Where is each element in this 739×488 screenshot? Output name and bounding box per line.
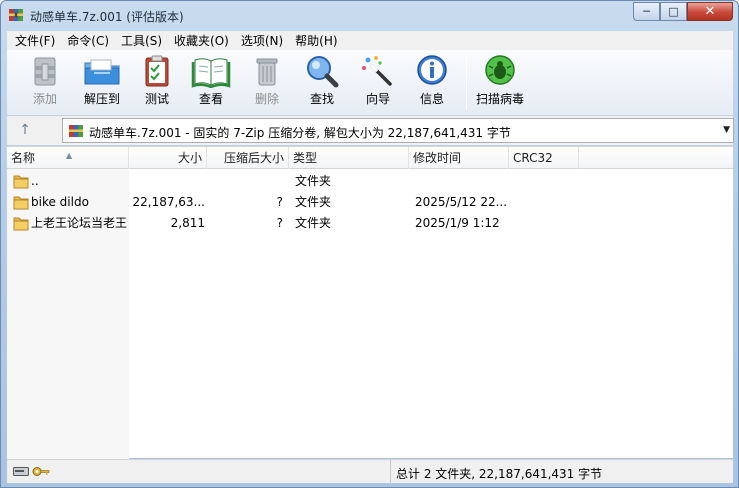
address-row: ↑ 动感单车.7z.001 - 固实的 7-Zip 压缩分卷, 解包大小为 22… — [7, 116, 734, 145]
address-text: 动感单车.7z.001 - 固实的 7-Zip 压缩分卷, 解包大小为 22,1… — [89, 126, 511, 140]
status-bar: 总计 2 文件夹, 22,187,641,431 字节 — [7, 459, 733, 484]
toolbar-separator — [466, 56, 467, 110]
extract-folder-icon — [84, 59, 120, 85]
row-type: 文件夹 — [295, 174, 332, 188]
row-name: .. — [31, 174, 39, 188]
status-summary: 总计 2 文件夹, 22,187,641,431 字节 — [396, 467, 603, 481]
row-size: 2,811 — [170, 216, 205, 230]
row-packed: ? — [276, 216, 283, 230]
table-row[interactable]: 上老王论坛当老王 2,811 ? 文件夹 2025/1/9 1:12 — [7, 213, 733, 234]
delete-trash-icon — [256, 58, 278, 86]
column-header-modified[interactable]: 修改时间 — [409, 147, 509, 169]
close-button[interactable]: ✕ — [687, 2, 733, 21]
file-list: 名称 ▲ 大小 压缩后大小 类型 修改时间 CRC32 .. 文件夹 bike … — [7, 146, 733, 459]
key-icon[interactable] — [32, 466, 50, 477]
window-title: 动感单车.7z.001 (评估版本) — [30, 10, 184, 24]
menu-tools[interactable]: 工具(S) — [115, 32, 168, 49]
title-bar[interactable]: 动感单车.7z.001 (评估版本) ─ □ ✕ — [1, 1, 738, 29]
row-size: 22,187,63... — [132, 195, 205, 209]
winrar-app-icon — [9, 9, 23, 21]
table-row-parent[interactable]: .. 文件夹 — [7, 171, 733, 192]
menu-options[interactable]: 选项(N) — [235, 32, 289, 49]
row-type: 文件夹 — [295, 195, 332, 209]
folder-icon — [13, 196, 29, 210]
archive-icon — [69, 125, 83, 137]
find-magnifier-icon — [307, 56, 339, 88]
view-book-icon — [191, 58, 231, 88]
column-header-crc[interactable]: CRC32 — [509, 147, 579, 169]
folder-icon — [13, 217, 29, 231]
view-button[interactable]: 查看 — [183, 54, 239, 112]
winrar-window: 动感单车.7z.001 (评估版本) ─ □ ✕ 文件(F) 命令(C) 工具(… — [0, 0, 739, 488]
info-label: 信息 — [419, 92, 444, 106]
test-button[interactable]: 测试 — [129, 54, 185, 112]
test-label: 测试 — [144, 92, 169, 106]
scan-virus-button[interactable]: 扫描病毒 — [469, 54, 531, 112]
maximize-button[interactable]: □ — [660, 2, 687, 21]
find-button[interactable]: 查找 — [294, 54, 350, 112]
add-label: 添加 — [32, 92, 57, 106]
minimize-button[interactable]: ─ — [633, 2, 660, 21]
column-header-packed[interactable]: 压缩后大小 — [207, 147, 289, 169]
add-archive-icon — [34, 57, 56, 86]
row-name: bike dildo — [31, 195, 89, 209]
up-arrow-icon[interactable]: ↑ — [17, 122, 33, 138]
menu-commands[interactable]: 命令(C) — [61, 32, 115, 49]
column-header-name[interactable]: 名称 ▲ — [7, 147, 129, 169]
table-row[interactable]: bike dildo 22,187,63... ? 文件夹 2025/5/12 … — [7, 192, 733, 213]
info-button[interactable]: 信息 — [404, 54, 460, 112]
column-name-label: 名称 — [11, 151, 36, 165]
scan-virus-label: 扫描病毒 — [475, 92, 524, 106]
row-type: 文件夹 — [295, 216, 332, 230]
test-clipboard-icon — [145, 55, 169, 87]
menu-bar: 文件(F) 命令(C) 工具(S) 收藏夹(O) 选项(N) 帮助(H) — [7, 31, 733, 50]
folder-icon — [13, 175, 29, 189]
row-modified: 2025/5/12 22... — [415, 195, 507, 209]
add-button[interactable]: 添加 — [17, 54, 73, 112]
toolbar: 添加 解压到 测试 查看 删除 查找 向导 信息 扫描病毒 — [7, 50, 733, 116]
row-name: 上老王论坛当老王 — [31, 216, 128, 230]
menu-help[interactable]: 帮助(H) — [289, 32, 343, 49]
wizard-label: 向导 — [365, 92, 390, 106]
column-header-size[interactable]: 大小 — [129, 147, 207, 169]
address-bar[interactable]: 动感单车.7z.001 - 固实的 7-Zip 压缩分卷, 解包大小为 22,1… — [62, 118, 734, 143]
info-icon — [417, 55, 447, 85]
menu-file[interactable]: 文件(F) — [9, 32, 61, 49]
extract-button[interactable]: 解压到 — [74, 54, 130, 112]
delete-label: 删除 — [254, 92, 279, 106]
column-header-type[interactable]: 类型 — [289, 147, 409, 169]
row-packed: ? — [276, 195, 283, 209]
wizard-button[interactable]: 向导 — [350, 54, 406, 112]
view-label: 查看 — [198, 92, 223, 106]
virus-scan-bug-icon — [485, 55, 515, 85]
dropdown-arrow-icon[interactable]: ▼ — [723, 125, 730, 135]
menu-favorites[interactable]: 收藏夹(O) — [168, 32, 235, 49]
row-modified: 2025/1/9 1:12 — [415, 216, 500, 230]
window-controls: ─ □ ✕ — [633, 2, 733, 21]
status-left-pane — [7, 460, 391, 484]
column-headers: 名称 ▲ 大小 压缩后大小 类型 修改时间 CRC32 — [7, 147, 733, 169]
sort-ascending-icon: ▲ — [66, 151, 73, 160]
extract-label: 解压到 — [83, 92, 120, 106]
delete-button[interactable]: 删除 — [239, 54, 295, 112]
drive-icon[interactable] — [13, 467, 29, 476]
find-label: 查找 — [309, 92, 334, 106]
wizard-wand-icon — [362, 56, 392, 86]
